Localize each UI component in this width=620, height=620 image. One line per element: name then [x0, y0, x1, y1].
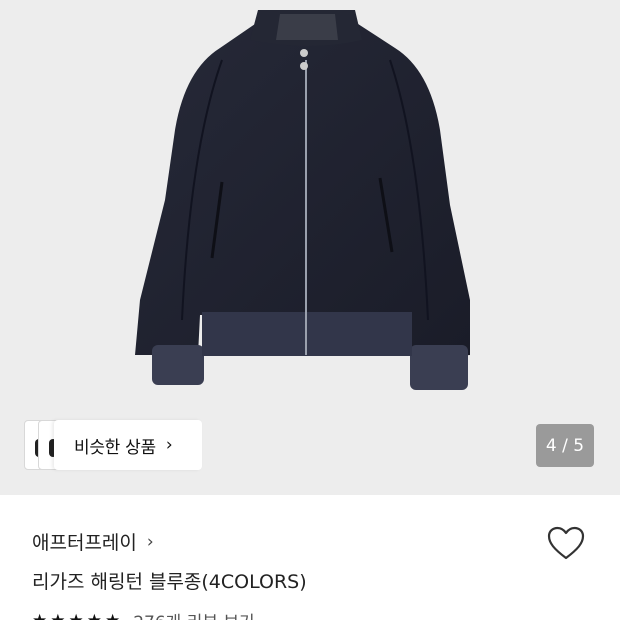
similar-products-button[interactable]: 비슷한 상품 › — [54, 420, 202, 470]
heart-outline-icon[interactable] — [546, 525, 586, 561]
product-info: 애프터프레이 › 리가즈 해링턴 블루종(4COLORS) ★★★★★ 276개… — [0, 495, 620, 620]
image-page-indicator: 4 / 5 — [536, 424, 594, 467]
review-link[interactable]: 276개 리뷰 보기 — [133, 608, 254, 620]
chevron-right-icon: › — [165, 435, 173, 455]
brand-link[interactable]: 애프터프레이 › — [32, 528, 154, 555]
similar-products[interactable]: 비슷한 상품 › — [24, 420, 204, 470]
similar-products-label: 비슷한 상품 — [74, 437, 156, 458]
product-image-gallery[interactable]: 비슷한 상품 › 4 / 5 — [0, 0, 620, 495]
rating-stars: ★★★★★ — [32, 611, 123, 620]
product-name: 리가즈 해링턴 블루종(4COLORS) — [32, 571, 307, 593]
brand-name: 애프터프레이 — [32, 532, 137, 554]
rating-row[interactable]: ★★★★★ 276개 리뷰 보기 — [32, 608, 255, 620]
chevron-right-icon: › — [146, 531, 154, 552]
